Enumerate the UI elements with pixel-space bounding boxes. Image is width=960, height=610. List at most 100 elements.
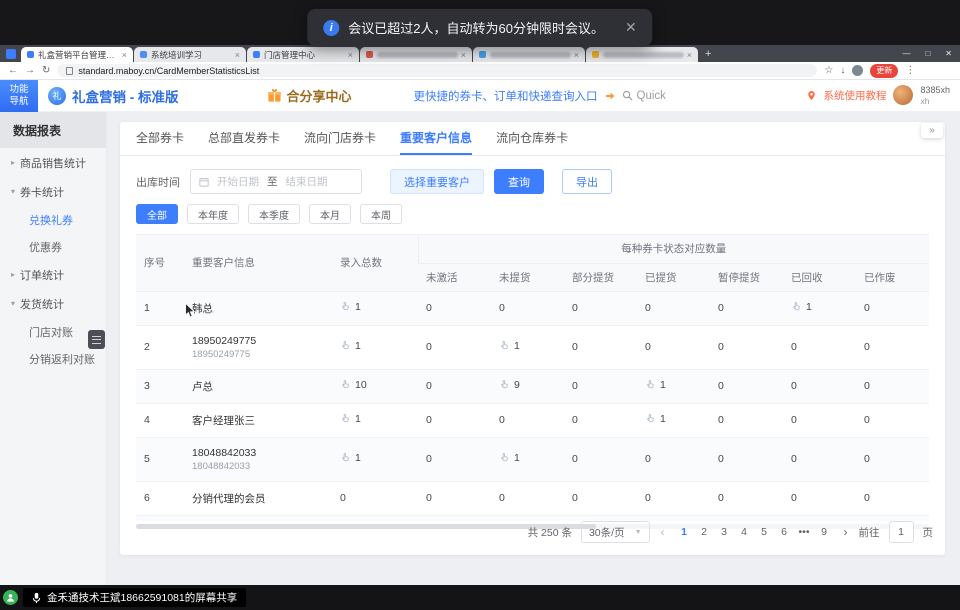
- page-size-select[interactable]: 30条/页 ▼: [581, 521, 650, 543]
- tab-close-icon[interactable]: ×: [235, 50, 240, 60]
- forward-icon[interactable]: →: [25, 65, 35, 76]
- count-cell: 0: [418, 369, 491, 403]
- page-number[interactable]: 9: [816, 526, 833, 538]
- count-with-icon[interactable]: 9: [499, 379, 520, 391]
- chevron-icon: ▾: [11, 187, 15, 196]
- url-box[interactable]: standard.maboy.cn/CardMemberStatisticsLi…: [57, 64, 817, 77]
- tab-close-icon[interactable]: ×: [122, 50, 127, 60]
- goto-page-input[interactable]: [889, 521, 914, 543]
- tab-close-icon[interactable]: ×: [687, 50, 692, 60]
- browser-tab[interactable]: ×: [586, 47, 698, 62]
- hand-pointer-icon[interactable]: [340, 379, 351, 390]
- count-cell: 0: [564, 369, 637, 403]
- sidebar-group-item[interactable]: ▸商品销售统计: [0, 148, 106, 177]
- count-with-icon[interactable]: 1: [499, 340, 520, 352]
- browser-tab[interactable]: 礼盒营销平台管理中心×: [21, 47, 133, 62]
- bookmark-star-icon[interactable]: ☆: [824, 65, 833, 76]
- customer-name[interactable]: 韩总: [192, 301, 324, 316]
- customer-name[interactable]: 客户经理张三: [192, 413, 324, 428]
- count-with-icon[interactable]: 1: [340, 452, 361, 464]
- date-range-picker[interactable]: 开始日期 至 结束日期: [190, 169, 362, 194]
- select-customer-button[interactable]: 选择重要客户: [390, 169, 484, 194]
- content-tab[interactable]: 全部券卡: [136, 122, 184, 155]
- customer-name[interactable]: 卢总: [192, 379, 324, 394]
- content-tab[interactable]: 总部直发券卡: [208, 122, 280, 155]
- hand-pointer-icon[interactable]: [645, 379, 656, 390]
- share-center-link[interactable]: 合分享中心: [267, 86, 352, 105]
- quick-filter-chip[interactable]: 本月: [309, 204, 351, 224]
- count-with-icon[interactable]: 1: [645, 413, 666, 425]
- browser-tab[interactable]: 门店管理中心×: [247, 47, 359, 62]
- page-number[interactable]: 5: [756, 526, 773, 538]
- page-number[interactable]: 3: [716, 526, 733, 538]
- hand-pointer-icon[interactable]: [340, 452, 351, 463]
- count-with-icon[interactable]: 1: [340, 413, 361, 425]
- sidebar-group-item[interactable]: ▸订单统计: [0, 260, 106, 289]
- count-value: 1: [355, 340, 361, 352]
- hand-pointer-icon[interactable]: [340, 301, 351, 312]
- content-tab[interactable]: 流向仓库券卡: [496, 122, 568, 155]
- page-number[interactable]: •••: [796, 526, 813, 538]
- new-tab-icon[interactable]: +: [705, 48, 711, 60]
- browser-update-button[interactable]: 更新: [870, 64, 898, 78]
- search-button[interactable]: 查询: [494, 169, 544, 194]
- refresh-icon[interactable]: ↻: [42, 65, 50, 76]
- hand-pointer-icon[interactable]: [645, 413, 656, 424]
- tab-close-icon[interactable]: ×: [574, 50, 579, 60]
- hand-pointer-icon[interactable]: [340, 413, 351, 424]
- customer-name[interactable]: 分销代理的会员: [192, 491, 324, 506]
- quick-entry-link[interactable]: 更快捷的券卡、订单和快递查询入口: [414, 88, 598, 104]
- browser-profile-avatar[interactable]: [852, 65, 863, 76]
- sidebar-item[interactable]: 兑换礼券: [0, 206, 106, 233]
- page-number[interactable]: 6: [776, 526, 793, 538]
- count-with-icon[interactable]: 1: [340, 340, 361, 352]
- sidebar-item[interactable]: 分销返利对账: [0, 345, 106, 372]
- count-with-icon[interactable]: 1: [791, 301, 812, 313]
- function-nav-toggle[interactable]: 功能 导航: [0, 80, 38, 112]
- sidebar-group-item[interactable]: ▾券卡统计: [0, 177, 106, 206]
- quick-filter-chip[interactable]: 本年度: [187, 204, 239, 224]
- quick-filter-chip[interactable]: 全部: [136, 204, 178, 224]
- downloads-icon[interactable]: ↓: [840, 65, 845, 76]
- window-close-button[interactable]: ✕: [945, 49, 952, 58]
- browser-tab[interactable]: 系统培训学习×: [134, 47, 246, 62]
- user-avatar[interactable]: [893, 85, 913, 105]
- content-tab[interactable]: 重要客户信息: [400, 122, 472, 155]
- quick-search[interactable]: Quick: [622, 90, 666, 102]
- hand-pointer-icon[interactable]: [499, 452, 510, 463]
- quick-filter-chip[interactable]: 本季度: [248, 204, 300, 224]
- collapse-panel-button[interactable]: »: [921, 123, 943, 138]
- page-number[interactable]: 1: [676, 526, 693, 538]
- tab-close-icon[interactable]: ×: [461, 50, 466, 60]
- customer-name[interactable]: 18950249775: [192, 335, 324, 347]
- hand-pointer-icon[interactable]: [340, 340, 351, 351]
- quick-filter-chip[interactable]: 本周: [360, 204, 402, 224]
- content-tab[interactable]: 流向门店券卡: [304, 122, 376, 155]
- sidebar-collapse-handle[interactable]: [88, 330, 105, 349]
- toast-close-icon[interactable]: ✕: [625, 19, 637, 36]
- sidebar-group-item[interactable]: ▾发货统计: [0, 289, 106, 318]
- workspace-icon[interactable]: [6, 49, 16, 59]
- window-maximize-button[interactable]: □: [925, 49, 930, 58]
- sidebar-item[interactable]: 优惠券: [0, 233, 106, 260]
- browser-tab[interactable]: ×: [473, 47, 585, 62]
- count-with-icon[interactable]: 10: [340, 379, 367, 391]
- menu-kebab-icon[interactable]: ⋮: [905, 65, 915, 76]
- count-with-icon[interactable]: 1: [499, 452, 520, 464]
- page-number[interactable]: 4: [736, 526, 753, 538]
- prev-page-icon[interactable]: ‹: [659, 525, 667, 539]
- hand-pointer-icon[interactable]: [791, 301, 802, 312]
- hand-pointer-icon[interactable]: [499, 379, 510, 390]
- count-with-icon[interactable]: 1: [340, 301, 361, 313]
- count-with-icon[interactable]: 1: [645, 379, 666, 391]
- hand-pointer-icon[interactable]: [499, 340, 510, 351]
- tutorial-link[interactable]: 系统使用教程: [823, 88, 886, 103]
- next-page-icon[interactable]: ›: [842, 525, 850, 539]
- customer-name[interactable]: 18048842033: [192, 447, 324, 459]
- back-icon[interactable]: ←: [8, 65, 18, 76]
- page-number[interactable]: 2: [696, 526, 713, 538]
- window-minimize-button[interactable]: —: [902, 49, 910, 58]
- tab-close-icon[interactable]: ×: [348, 50, 353, 60]
- export-button[interactable]: 导出: [562, 169, 612, 194]
- browser-tab[interactable]: ×: [360, 47, 472, 62]
